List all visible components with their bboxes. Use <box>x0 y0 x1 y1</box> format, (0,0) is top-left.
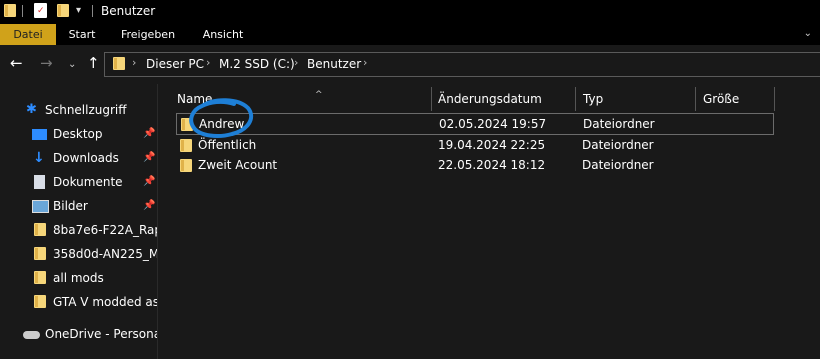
folder-icon <box>180 159 192 172</box>
folder-icon <box>4 4 16 17</box>
file-list: ^ Name Änderungsdatum Typ Größe Andrew 0… <box>158 84 820 359</box>
sidebar-item-onedrive[interactable]: OneDrive - Personal <box>0 322 157 346</box>
sidebar-item-folder[interactable]: 358d0d-AN225_Mriya <box>0 242 157 266</box>
star-icon: ✱ <box>26 102 37 117</box>
back-arrow-icon[interactable]: ← <box>10 54 23 72</box>
forward-arrow-icon[interactable]: → <box>40 54 53 72</box>
tab-start[interactable]: Start <box>62 24 102 45</box>
column-divider[interactable] <box>774 87 775 111</box>
sidebar-item-label: Downloads <box>53 151 119 165</box>
sidebar-item-dokumente[interactable]: Dokumente 📌 <box>0 170 157 194</box>
address-bar[interactable]: › Dieser PC › M.2 SSD (C:) › Benutzer › <box>104 52 820 77</box>
sidebar-item-downloads[interactable]: ↓ Downloads 📌 <box>0 146 157 170</box>
pin-icon[interactable]: 📌 <box>143 146 155 170</box>
folder-icon <box>34 247 46 260</box>
file-type: Dateiordner <box>582 158 654 172</box>
chevron-right-icon[interactable]: › <box>206 56 210 69</box>
table-row[interactable]: Öffentlich 19.04.2024 22:25 Dateiordner <box>176 135 772 155</box>
sidebar-item-label: Dokumente <box>53 175 123 189</box>
properties-icon[interactable]: ✓ <box>34 3 47 18</box>
breadcrumb-drive[interactable]: M.2 SSD (C:) <box>219 57 295 71</box>
breadcrumb-dieser-pc[interactable]: Dieser PC <box>146 57 204 71</box>
expand-ribbon-icon[interactable]: ⌄ <box>804 28 812 39</box>
sidebar-item-folder[interactable]: GTA V modded as h <box>0 290 157 314</box>
chevron-right-icon[interactable]: › <box>363 56 367 69</box>
folder-icon <box>34 295 46 308</box>
sidebar-item-folder[interactable]: all mods <box>0 266 157 290</box>
column-divider[interactable] <box>695 87 696 111</box>
file-type: Dateiordner <box>583 117 655 131</box>
file-date: 02.05.2024 19:57 <box>439 117 547 131</box>
tab-freigeben[interactable]: Freigeben <box>116 24 180 45</box>
table-row[interactable]: Zweit Acount 22.05.2024 18:12 Dateiordne… <box>176 155 772 175</box>
chevron-right-icon[interactable]: › <box>294 56 298 69</box>
sidebar-item-quick-access[interactable]: ✱ Schnellzugriff <box>0 98 157 122</box>
column-divider[interactable] <box>575 87 576 111</box>
column-header-size[interactable]: Größe <box>703 87 773 111</box>
column-divider[interactable] <box>431 87 432 111</box>
recent-locations-chevron-icon[interactable]: ⌄ <box>68 56 76 74</box>
pictures-icon <box>32 200 49 213</box>
document-icon <box>34 175 45 189</box>
sort-caret-icon: ^ <box>315 90 323 100</box>
new-folder-icon[interactable] <box>57 4 69 17</box>
file-date: 19.04.2024 22:25 <box>438 138 546 152</box>
tab-datei[interactable]: Datei <box>0 24 56 45</box>
pin-icon[interactable]: 📌 <box>143 122 155 146</box>
navigation-pane: ✱ Schnellzugriff Desktop 📌 ↓ Downloads 📌… <box>0 84 157 359</box>
title-bar: ✓ ▾ Benutzer <box>0 0 820 24</box>
desktop-icon <box>32 129 47 140</box>
annotation-circle <box>189 98 254 138</box>
cloud-icon <box>23 331 40 339</box>
sidebar-item-bilder[interactable]: Bilder 📌 <box>0 194 157 218</box>
column-header-date[interactable]: Änderungsdatum <box>438 87 574 111</box>
separator <box>22 5 23 17</box>
sidebar-item-label: 8ba7e6-F22A_Raptor <box>53 223 157 237</box>
window-title: Benutzer <box>101 4 156 18</box>
chevron-right-icon[interactable]: › <box>132 56 136 69</box>
sidebar-item-desktop[interactable]: Desktop 📌 <box>0 122 157 146</box>
folder-icon <box>34 223 46 236</box>
folder-icon <box>113 57 125 70</box>
pin-icon[interactable]: 📌 <box>143 194 155 218</box>
pin-icon[interactable]: 📌 <box>143 170 155 194</box>
download-icon: ↓ <box>33 150 45 166</box>
sidebar-item-label: GTA V modded as h <box>53 295 157 309</box>
sidebar-item-label: all mods <box>53 271 104 285</box>
file-name: Zweit Acount <box>198 158 278 172</box>
customize-toolbar-icon[interactable]: ▾ <box>76 5 81 16</box>
folder-icon <box>34 271 46 284</box>
ribbon: Datei Start Freigeben Ansicht ⌄ <box>0 24 820 45</box>
tab-ansicht[interactable]: Ansicht <box>197 24 249 45</box>
breadcrumb-benutzer[interactable]: Benutzer <box>307 57 361 71</box>
file-date: 22.05.2024 18:12 <box>438 158 546 172</box>
separator <box>92 5 93 17</box>
column-header-type[interactable]: Typ <box>583 87 693 111</box>
table-row[interactable]: Andrew 02.05.2024 19:57 Dateiordner <box>176 113 774 135</box>
sidebar-item-label: OneDrive - Personal <box>45 327 157 341</box>
file-type: Dateiordner <box>582 138 654 152</box>
sidebar-item-label: Desktop <box>53 127 103 141</box>
sidebar-item-folder[interactable]: 8ba7e6-F22A_Raptor <box>0 218 157 242</box>
sidebar-item-label: 358d0d-AN225_Mriya <box>53 247 157 261</box>
sidebar-item-label: Schnellzugriff <box>45 103 127 117</box>
sidebar-item-label: Bilder <box>53 199 88 213</box>
up-arrow-icon[interactable]: ↑ <box>87 54 100 72</box>
